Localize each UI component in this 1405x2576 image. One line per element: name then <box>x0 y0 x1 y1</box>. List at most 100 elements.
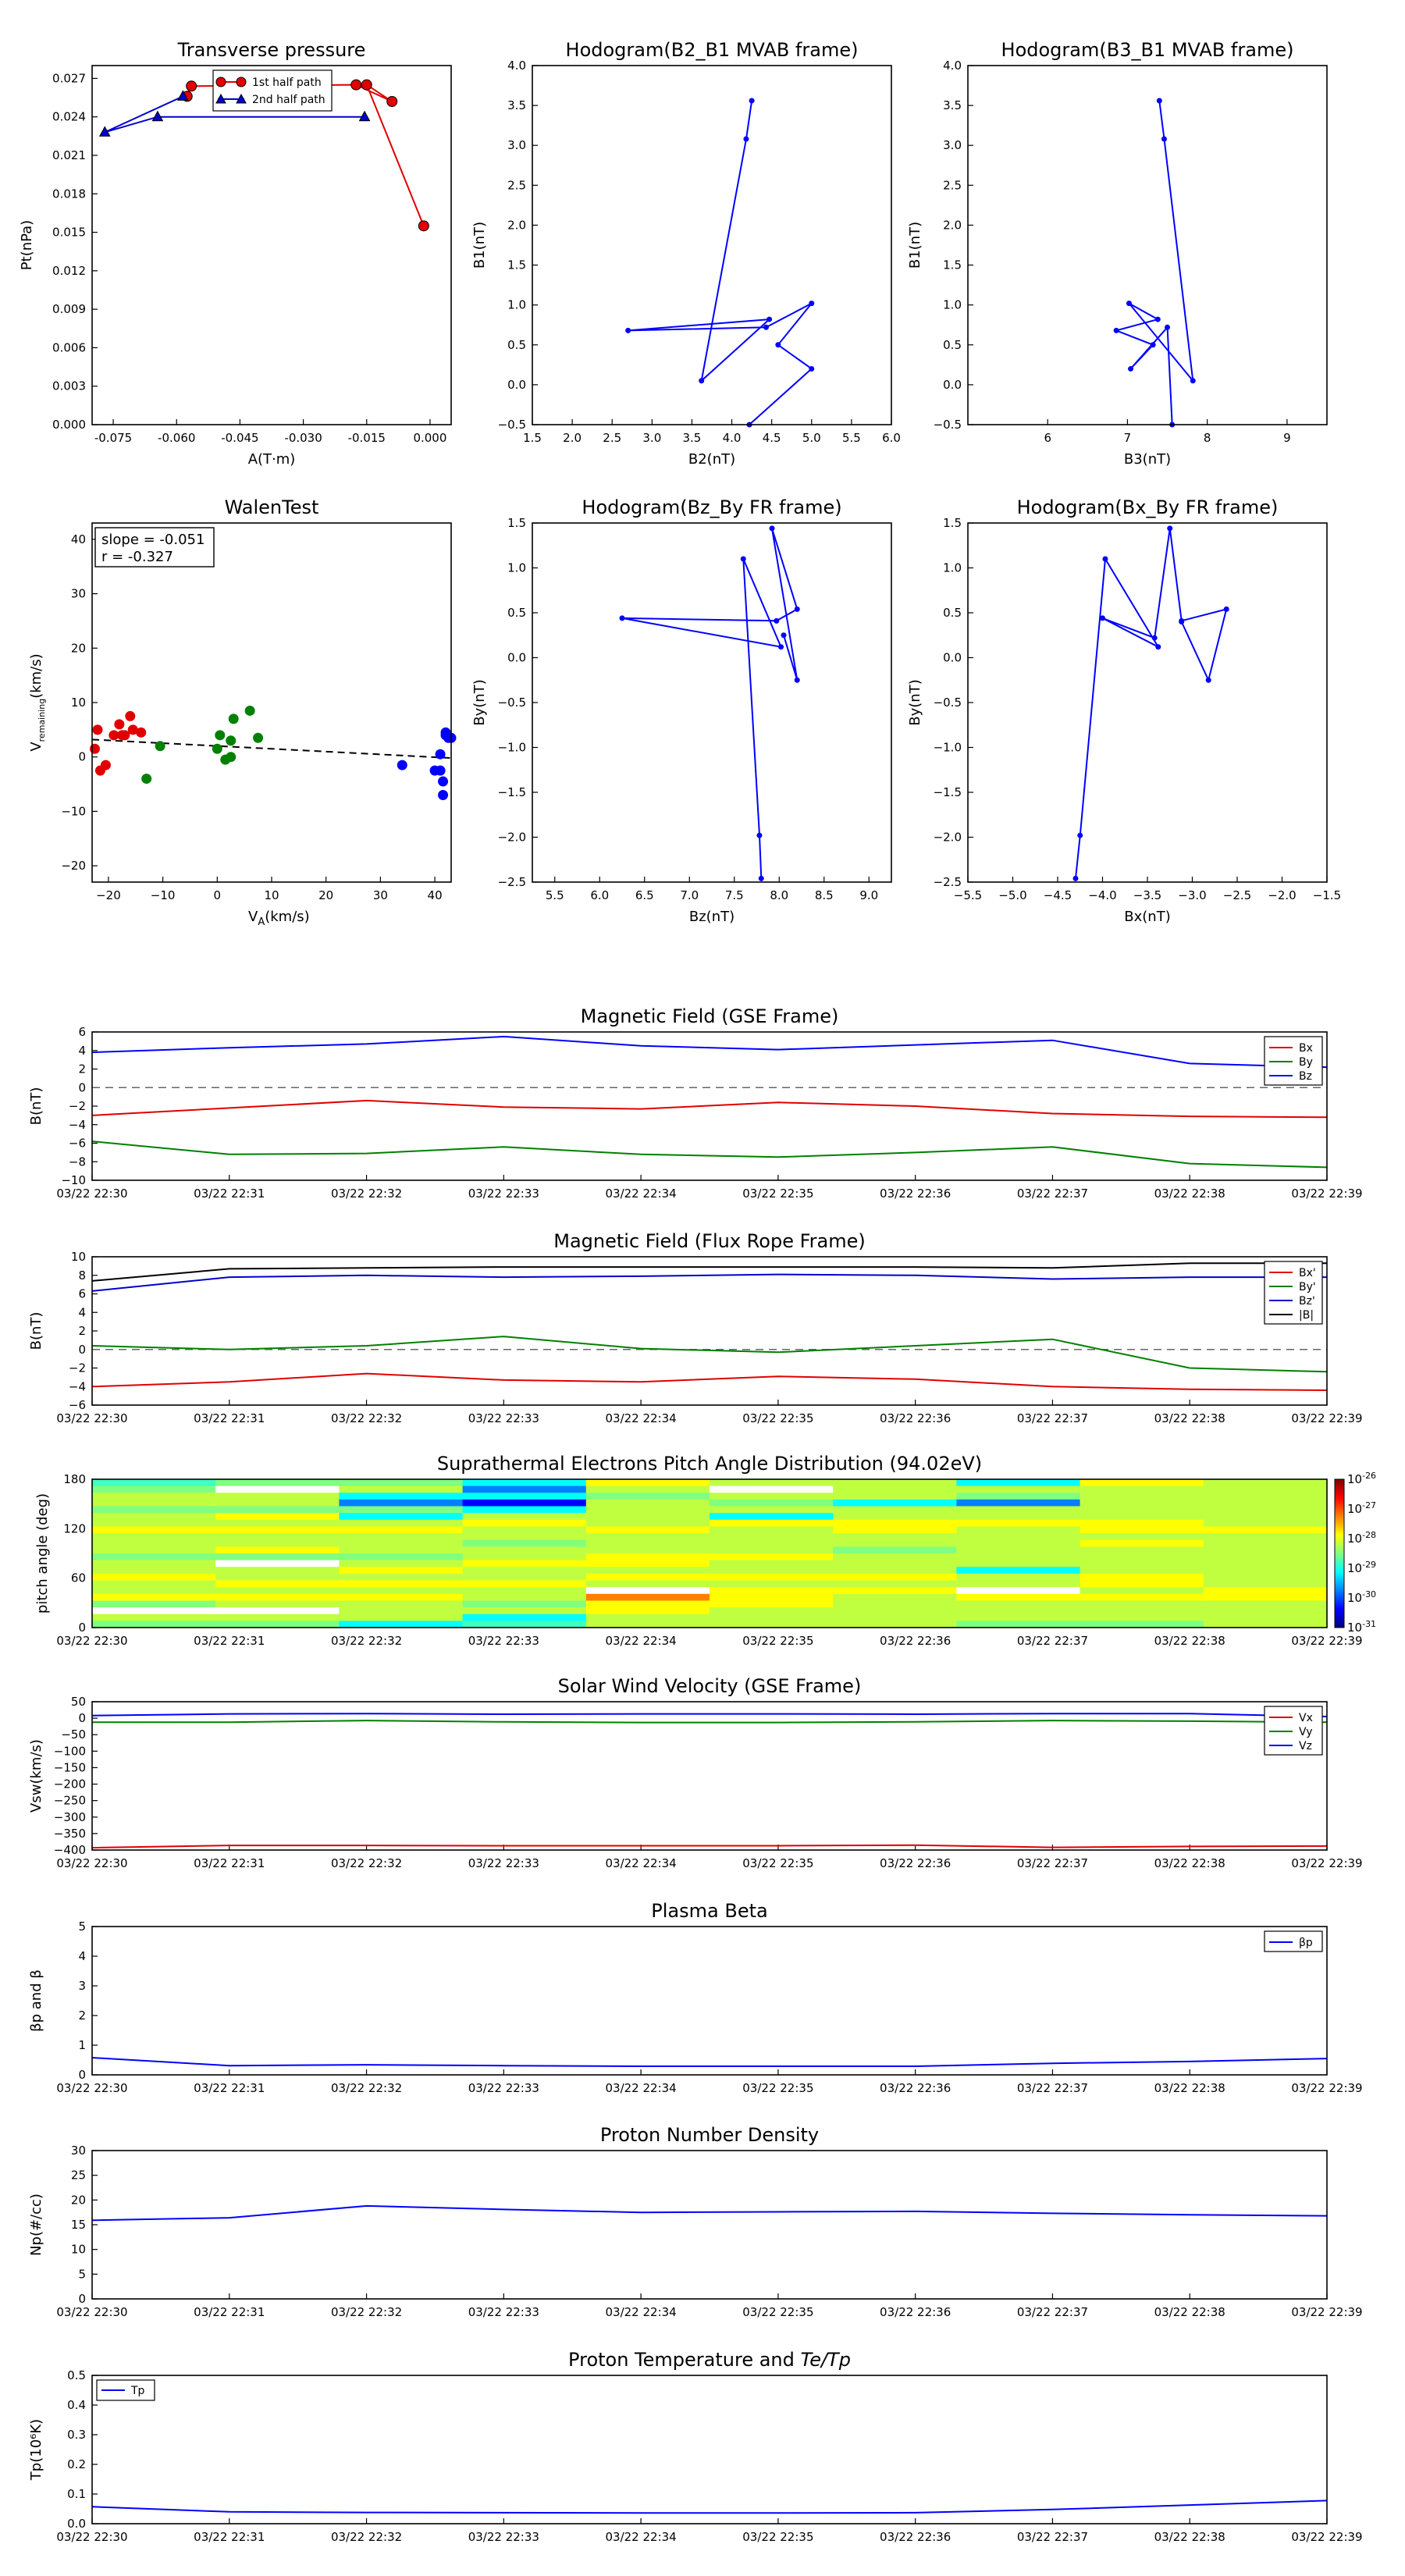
time-tick-label: 03/22 22:39 <box>1291 2081 1362 2095</box>
heatmap-cell <box>1203 1567 1328 1574</box>
heatmap-cell <box>956 1513 1081 1521</box>
y-axis-label: By(nT) <box>907 679 923 725</box>
y-tick-label: −0.5 <box>934 696 962 710</box>
series-line <box>91 1336 1328 1373</box>
heatmap-cell <box>956 1506 1081 1514</box>
y-tick-label: −10 <box>61 1173 86 1187</box>
x-axis-label: VA(km/s) <box>248 909 310 928</box>
heatmap-cell <box>585 1479 710 1487</box>
chart-proton-density: 0 5 10 15 20 25 30 03/22 22:30 03/22 22:31 03/22 … <box>28 2124 1363 2319</box>
heatmap-cell <box>956 1546 1081 1554</box>
legend-label: Vy <box>1299 1726 1313 1738</box>
heatmap-cell <box>585 1533 710 1541</box>
time-tick-label: 03/22 22:36 <box>880 1856 951 1870</box>
time-tick-label: 03/22 22:34 <box>605 1411 676 1425</box>
heatmap-cell <box>1080 1493 1204 1500</box>
data-point <box>781 632 787 639</box>
chart-mag-gse: −10 −8 −6 −4 −2 0 2 4 6 03/22 22:30 03/22 22:31 03/… <box>28 1005 1363 1201</box>
y-tick-label: 0.009 <box>52 302 86 316</box>
time-tick-label: 03/22 22:31 <box>194 1411 265 1425</box>
scatter-point <box>92 724 103 735</box>
heatmap-cell <box>710 1614 834 1621</box>
heatmap-cell <box>92 1499 216 1507</box>
data-point <box>1167 525 1173 532</box>
chart-title-math: Te/Tp <box>801 2349 851 2371</box>
y-axis-label-sub: remaining <box>37 699 47 742</box>
time-tick-label: 03/22 22:34 <box>605 2305 676 2319</box>
time-tick-label: 03/22 22:36 <box>880 2305 951 2319</box>
scatter-point <box>100 760 111 770</box>
heatmap-cell <box>1080 1553 1204 1561</box>
heatmap-cell <box>215 1539 340 1547</box>
series-line <box>1113 100 1194 425</box>
time-tick-label: 03/22 22:38 <box>1154 1187 1225 1201</box>
heatmap-cell <box>215 1580 340 1588</box>
colorbar-tick-exp: -26 <box>1362 1471 1376 1481</box>
scatter-point <box>125 710 136 721</box>
time-tick-label: 03/22 22:37 <box>1017 2081 1088 2095</box>
x-tick-label: 20 <box>318 888 333 902</box>
heatmap-cell <box>92 1560 216 1567</box>
y-tick-label: 1.0 <box>943 561 962 575</box>
time-tick-label: 03/22 22:36 <box>880 1411 951 1425</box>
heatmap-cell <box>833 1580 957 1588</box>
plot-frame <box>91 2375 1328 2524</box>
heatmap-cell <box>215 1593 340 1601</box>
heatmap-cell <box>956 1539 1081 1547</box>
scatter-point <box>212 743 222 754</box>
heatmap-cell <box>1203 1485 1328 1493</box>
heatmap-cell <box>1203 1614 1328 1621</box>
scatter-point <box>155 741 165 752</box>
colorbar-tick-base: 10 <box>1347 1502 1362 1516</box>
legend-label: Bx <box>1299 1042 1313 1055</box>
data-point <box>769 525 775 532</box>
data-point <box>740 556 746 562</box>
heatmap-cell <box>1080 1519 1204 1527</box>
chart-title-main: Proton Temperature and <box>568 2349 800 2371</box>
x-axis-label: Bz(nT) <box>689 909 735 925</box>
time-tick-label: 03/22 22:37 <box>1017 1856 1088 1870</box>
heatmap-cell <box>710 1580 834 1588</box>
heatmap-cell <box>215 1546 340 1554</box>
x-tick-label: −5.0 <box>998 888 1026 902</box>
y-tick-label: 180 <box>63 1472 86 1486</box>
y-tick-label: 0.2 <box>67 2457 86 2471</box>
legend-label: Bx' <box>1299 1267 1316 1279</box>
x-tick-label: 8.0 <box>770 888 788 902</box>
y-axis-label: Vsw(km/s) <box>28 1739 44 1813</box>
data-point <box>763 324 770 330</box>
y-tick-label: 6 <box>78 1287 86 1301</box>
y-tick-label: 1.5 <box>943 258 962 272</box>
y-tick-label: 2.0 <box>507 218 526 232</box>
heatmap-cell <box>339 1506 464 1514</box>
heatmap-cell <box>1203 1493 1328 1500</box>
y-tick-label: −200 <box>54 1777 86 1791</box>
y-tick-label: 0.0 <box>507 651 526 665</box>
heatmap-cell <box>710 1479 834 1487</box>
y-tick-label: −2.0 <box>934 831 962 845</box>
plot-frame <box>532 522 892 883</box>
heatmap-cell <box>585 1526 710 1534</box>
heatmap-cell <box>462 1499 587 1507</box>
time-tick-label: 03/22 22:32 <box>331 1634 402 1648</box>
y-tick-label: 0.0 <box>943 378 962 392</box>
y-tick-label: 3.5 <box>943 98 962 112</box>
y-tick-label: −350 <box>54 1827 86 1841</box>
y-tick-label: −6 <box>69 1398 86 1412</box>
heatmap-cell <box>339 1580 464 1588</box>
y-axis-label: By(nT) <box>471 679 488 725</box>
time-tick-label: 03/22 22:39 <box>1291 1634 1362 1648</box>
heatmap-cell <box>1080 1593 1204 1601</box>
heatmap-cell <box>710 1607 834 1615</box>
data-point <box>749 98 755 104</box>
data-point <box>1190 378 1196 384</box>
heatmap-cell <box>1203 1479 1328 1487</box>
heatmap-cell <box>710 1560 834 1567</box>
x-tick-label: 8.5 <box>815 888 834 902</box>
heatmap-cell <box>462 1506 587 1514</box>
data-point <box>350 79 362 91</box>
heatmap-cell <box>833 1485 957 1493</box>
heatmap-cell <box>585 1567 710 1574</box>
heatmap-cell <box>585 1560 710 1567</box>
colorbar-tick-base: 10 <box>1347 1621 1362 1635</box>
